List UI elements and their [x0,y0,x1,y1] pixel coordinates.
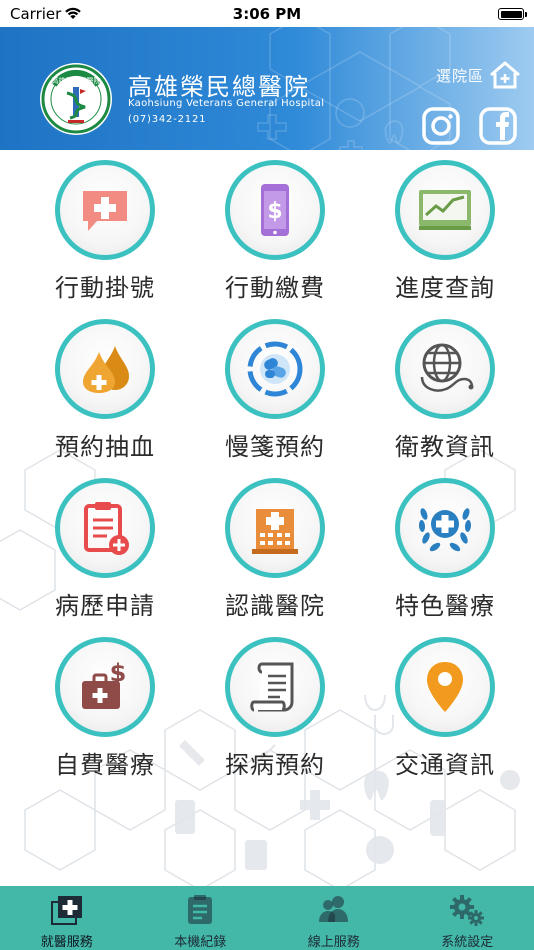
menu-tile-icon-ring [225,637,325,737]
svg-text:$: $ [267,199,282,224]
menu-tile-icon-ring [225,478,325,578]
menu-tile-icon-ring [55,160,155,260]
menu-tile-visit-reservation[interactable]: 探病預約 [205,627,345,779]
menu-tile-icon-ring [55,478,155,578]
menu-tile-transport-info[interactable]: 交通資訊 [375,627,515,779]
menu-tile-blood-draw[interactable]: 預約抽血 [35,309,175,461]
menu-tile-label: 進度查詢 [395,274,495,302]
globe-stethoscope-icon [420,343,474,392]
menu-tile-label: 特色醫療 [395,592,495,620]
select-branch-label: 選院區 [436,66,485,85]
medical-service-icon [50,896,82,925]
menu-tile-mobile-registration[interactable]: 行動掛號 [35,150,175,302]
menu-tile-icon-ring [395,637,495,737]
status-time: 3:06 PM [232,5,302,23]
menu-tile-progress-query[interactable]: 進度查詢 [375,150,515,302]
menu-tile-mobile-payment[interactable]: $ 行動繳費 [205,150,345,302]
instagram-icon [422,107,460,145]
phone-payment-icon: $ [261,184,289,236]
service-menu: 行動掛號 $ 行動繳費 進度查詢 預約抽血 慢箋預約 衛教資訊 病歷申請 認識醫… [0,150,534,886]
blood-drops-icon [83,346,129,393]
menu-tile-icon-ring [225,319,325,419]
clipboard-icon [84,502,129,555]
menu-tile-icon-ring: $ [55,637,155,737]
document-scroll-icon [250,662,294,712]
menu-tile-self-paid-medical[interactable]: $ 自費醫療 [35,627,175,779]
map-pin-icon [427,662,463,712]
menu-tile-label: 行動掛號 [55,274,155,302]
tab-label: 就醫服務 [40,935,93,950]
menu-tile-about-hospital[interactable]: 認識醫院 [205,468,345,620]
hospital-name-zh: 高雄榮民總醫院 [128,73,310,101]
menu-tile-icon-ring [395,319,495,419]
instagram-button[interactable] [421,106,461,146]
facebook-icon [479,107,517,145]
hospital-logo: 高雄榮民總醫院 [40,63,112,135]
menu-tile-medical-records[interactable]: 病歷申請 [35,468,175,620]
menu-tile-label: 衛教資訊 [395,433,495,461]
app-header: 高雄榮民總醫院 高雄榮民總醫院 Kaohsiung Veterans Gener… [0,27,534,150]
menu-tile-health-education[interactable]: 衛教資訊 [375,309,515,461]
menu-tile-label: 預約抽血 [55,433,155,461]
menu-tile-label: 認識醫院 [225,592,325,620]
settings-gears-icon [450,895,485,926]
menu-tile-label: 行動繳費 [225,274,325,302]
menu-tile-chronic-prescription[interactable]: 慢箋預約 [205,309,345,461]
menu-tile-icon-ring [55,319,155,419]
menu-tile-icon-ring [395,478,495,578]
menu-tile-label: 交通資訊 [395,751,495,779]
tab-label: 線上服務 [307,935,360,950]
menu-tile-label: 探病預約 [225,751,325,779]
status-bar: Carrier 3:06 PM [0,0,534,28]
tab-label: 系統設定 [441,935,494,950]
tab-bar: 就醫服務 本機紀錄 線上服務 系統設定 [0,886,534,950]
record-icon [188,895,213,924]
laurel-cross-icon [418,508,472,552]
battery-icon [498,8,527,20]
medical-bag-dollar-icon: $ [82,661,126,709]
medical-chat-icon [83,191,127,231]
home-plus-icon [490,61,520,89]
menu-tile-label: 自費醫療 [55,751,155,779]
menu-tile-label: 慢箋預約 [225,433,325,461]
menu-tile-featured-medical[interactable]: 特色醫療 [375,468,515,620]
pills-icon [247,341,303,397]
tab-medical-service[interactable]: 就醫服務 [0,886,134,950]
menu-tile-icon-ring: $ [225,160,325,260]
hospital-phone: (07)342-2121 [128,114,207,125]
svg-text:高雄榮民總醫院: 高雄榮民總醫院 [52,76,101,85]
facebook-button[interactable] [478,106,518,146]
select-branch-button[interactable]: 選院區 [436,60,522,90]
menu-tile-icon-ring [395,160,495,260]
tab-online-service[interactable]: 線上服務 [267,886,401,950]
menu-tile-label: 病歷申請 [55,592,155,620]
tab-system-settings[interactable]: 系統設定 [401,886,534,950]
hospital-name-en: Kaohsiung Veterans General Hospital [128,98,325,109]
hospital-building-icon [252,509,298,554]
online-users-icon [318,896,348,922]
tab-local-records[interactable]: 本機紀錄 [134,886,268,950]
tab-label: 本機紀錄 [174,935,227,950]
progress-chart-icon [419,190,471,230]
